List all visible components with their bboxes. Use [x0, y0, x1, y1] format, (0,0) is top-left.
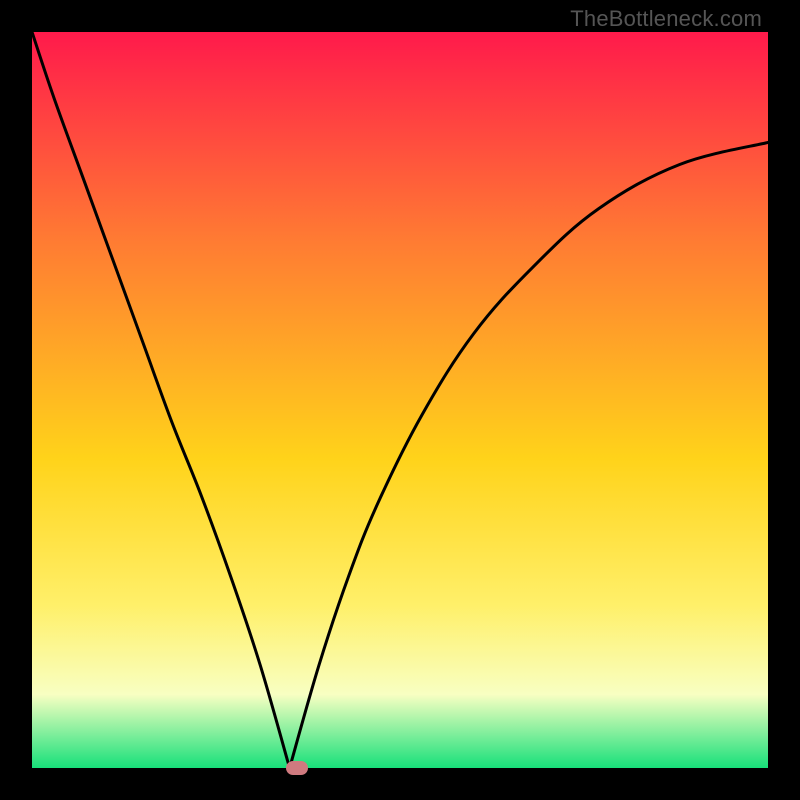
watermark-text: TheBottleneck.com [570, 6, 762, 32]
optimal-marker [286, 761, 308, 775]
bottleneck-curve [32, 32, 768, 768]
chart-frame [32, 32, 768, 768]
